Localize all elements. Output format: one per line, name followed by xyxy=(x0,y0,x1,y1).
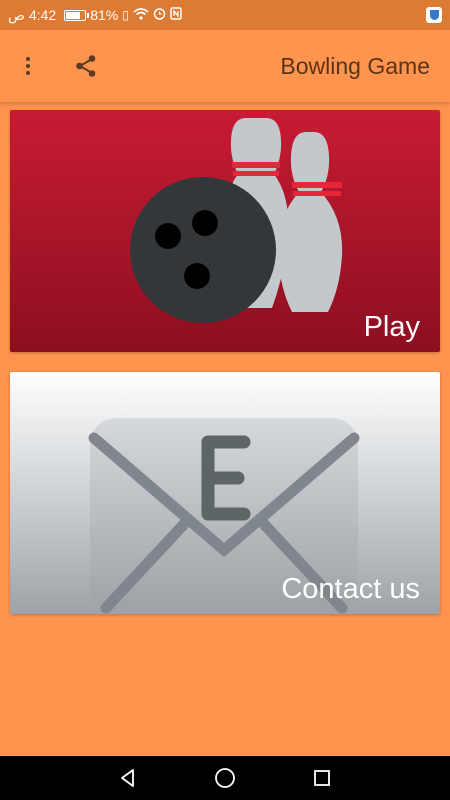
play-label: Play xyxy=(363,311,420,343)
wifi-icon xyxy=(133,7,149,23)
battery-icon xyxy=(64,9,90,21)
status-time: 4:42 xyxy=(28,7,57,23)
recents-icon[interactable] xyxy=(307,763,337,793)
navigation-bar xyxy=(0,756,450,800)
more-vert-icon[interactable] xyxy=(8,46,48,86)
vpn-shield-icon xyxy=(426,7,442,23)
play-card[interactable]: Play xyxy=(10,110,440,352)
share-icon[interactable] xyxy=(66,46,106,86)
alarm-icon xyxy=(153,7,166,23)
status-ampm: ص xyxy=(8,6,25,23)
home-icon[interactable] xyxy=(210,763,240,793)
back-icon[interactable] xyxy=(113,763,143,793)
contact-label: Contact us xyxy=(281,573,420,605)
app-title: Bowling Game xyxy=(280,52,430,79)
battery-percent: 81% xyxy=(90,7,119,23)
contact-card[interactable]: Contact us xyxy=(10,372,440,614)
app-bar: Bowling Game xyxy=(0,30,450,102)
sim-icon: ▯ xyxy=(122,8,129,22)
status-bar: ص 4:42 81% ▯ xyxy=(0,0,450,30)
nfc-icon xyxy=(170,7,182,23)
